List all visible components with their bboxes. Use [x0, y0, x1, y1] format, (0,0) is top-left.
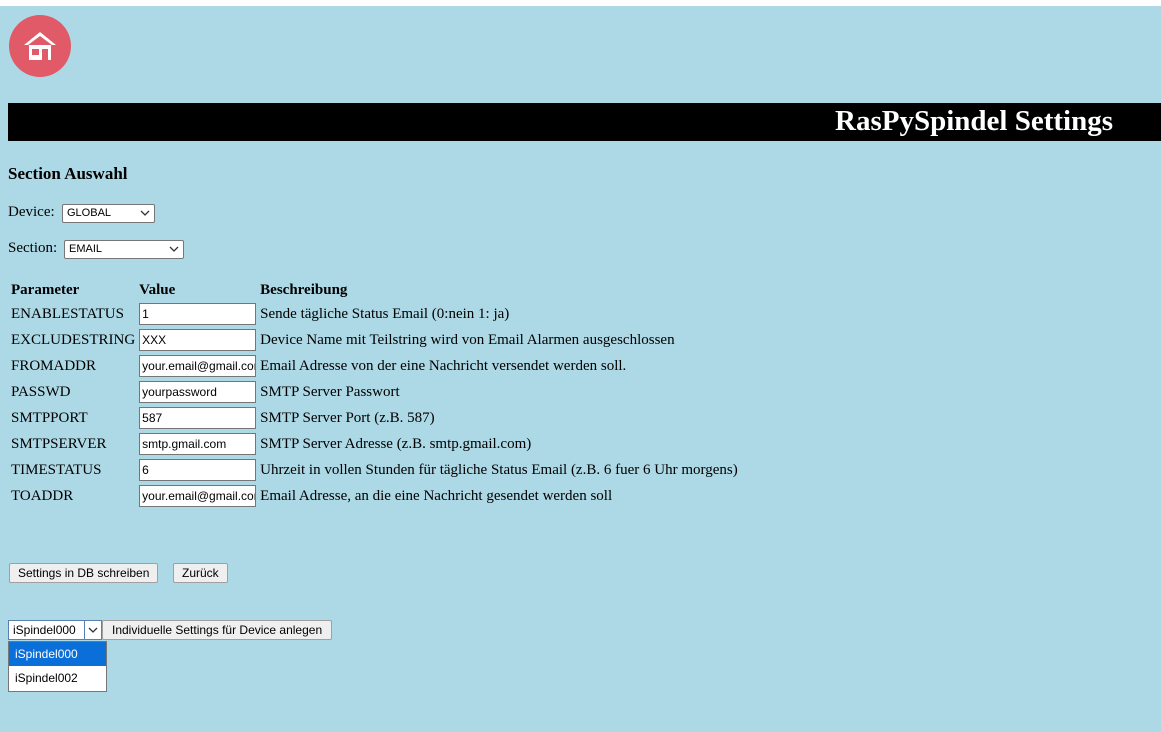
param-name: SMTPPORT — [11, 409, 88, 426]
param-description: Uhrzeit in vollen Stunden für tägliche S… — [260, 461, 738, 478]
new-device-select-value: iSpindel000 — [13, 623, 76, 637]
header-value: Value — [139, 281, 176, 298]
dropdown-option[interactable]: iSpindel002 — [9, 666, 106, 690]
param-value-cell: 1 — [138, 302, 257, 326]
settings-table: Parameter Value Beschreibung ENABLESTATU… — [8, 278, 741, 510]
section-select-value: EMAIL — [69, 243, 103, 255]
dropdown-option[interactable]: iSpindel000 — [9, 642, 106, 666]
header-description: Beschreibung — [260, 281, 348, 298]
chevron-down-icon — [169, 246, 179, 252]
param-value-input[interactable]: smtp.gmail.com — [139, 433, 257, 455]
param-value-input[interactable]: XXX — [139, 329, 257, 351]
section-heading: Section Auswahl — [8, 164, 128, 183]
device-label: Device: — [8, 204, 55, 220]
dropdown-toggle[interactable] — [84, 621, 101, 639]
back-button[interactable]: Zurück — [173, 563, 228, 583]
param-description: Device Name mit Teilstring wird von Emai… — [260, 331, 675, 348]
param-description: Email Adresse von der eine Nachricht ver… — [260, 357, 627, 374]
param-description: SMTP Server Port (z.B. 587) — [260, 409, 435, 426]
param-value-cell: yourpassword — [138, 380, 257, 404]
param-description: SMTP Server Adresse (z.B. smtp.gmail.com… — [260, 435, 532, 452]
table-header-row: Parameter Value Beschreibung — [10, 280, 739, 300]
param-name: SMTPSERVER — [11, 435, 107, 452]
chevron-down-icon — [88, 627, 98, 633]
param-name: EXCLUDESTRING — [11, 331, 136, 348]
param-name: PASSWD — [11, 383, 71, 400]
device-dropdown-list: iSpindel000 iSpindel002 — [8, 641, 107, 692]
table-row: FROMADDR your.email@gmail.com Email Adress… — [10, 354, 739, 378]
param-value-cell: smtp.gmail.com — [138, 432, 257, 456]
param-value-cell: 587 — [138, 406, 257, 430]
device-select-value: GLOBAL — [67, 207, 112, 219]
home-icon — [24, 32, 56, 60]
table-row: SMTPPORT 587 SMTP Server Port (z.B. 587) — [10, 406, 739, 430]
table-row: TOADDR your.email@gmail.com Email Adresse,… — [10, 484, 739, 508]
param-description: Sende tägliche Status Email (0:nein 1: j… — [260, 305, 510, 322]
create-device-settings-button[interactable]: Individuelle Settings für Device anlegen — [102, 620, 333, 640]
param-value-cell: XXX — [138, 328, 257, 352]
section-select[interactable]: EMAIL — [64, 240, 184, 259]
param-value-cell: your.email@gmail.com — [138, 484, 257, 508]
home-button[interactable] — [9, 15, 71, 77]
param-value-cell: your.email@gmail.com — [138, 354, 257, 378]
page-title: RasPySpindel Settings — [835, 105, 1113, 137]
param-name: FROMADDR — [11, 357, 97, 374]
chevron-down-icon — [140, 210, 150, 216]
section-label: Section: — [8, 240, 58, 256]
table-row: PASSWD yourpassword SMTP Server Passwort — [10, 380, 739, 404]
param-value-input[interactable]: yourpassword — [139, 381, 257, 403]
param-value-input[interactable]: your.email@gmail.com — [139, 355, 257, 377]
table-row: EXCLUDESTRING XXX Device Name mit Teilstri… — [10, 328, 739, 352]
top-strip — [0, 0, 1161, 6]
param-value-input[interactable]: 587 — [139, 407, 257, 429]
title-bar: RasPySpindel Settings — [8, 103, 1161, 141]
param-name: TIMESTATUS — [11, 461, 102, 478]
new-device-select[interactable]: iSpindel000 — [8, 620, 102, 640]
param-name: ENABLESTATUS — [11, 305, 124, 322]
header-parameter: Parameter — [11, 281, 80, 298]
param-value-input[interactable]: 6 — [139, 459, 257, 481]
param-description: SMTP Server Passwort — [260, 383, 400, 400]
table-row: SMTPSERVER smtp.gmail.com SMTP Server Adre… — [10, 432, 739, 456]
save-settings-button[interactable]: Settings in DB schreiben — [9, 563, 159, 583]
table-row: TIMESTATUS 6 Uhrzeit in vollen Stunden für… — [10, 458, 739, 482]
table-row: ENABLESTATUS 1 Sende tägliche Status Email… — [10, 302, 739, 326]
param-value-cell: 6 — [138, 458, 257, 482]
param-value-input[interactable]: your.email@gmail.com — [139, 485, 257, 507]
param-description: Email Adresse, an die eine Nachricht ges… — [260, 487, 613, 504]
param-name: TOADDR — [11, 487, 74, 504]
device-select[interactable]: GLOBAL — [62, 204, 155, 223]
param-value-input[interactable]: 1 — [139, 303, 257, 325]
